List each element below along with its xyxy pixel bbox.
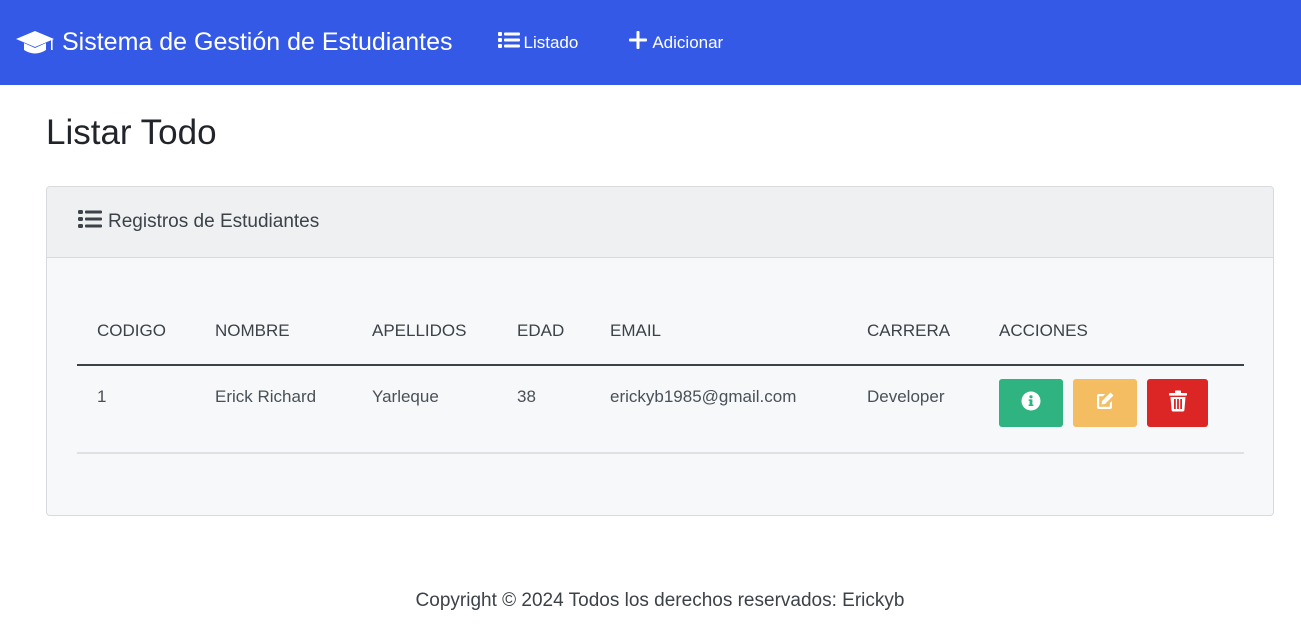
- cell-carrera: Developer: [847, 365, 979, 454]
- cell-codigo: 1: [77, 365, 195, 454]
- column-header-carrera: CARRERA: [847, 297, 979, 366]
- cell-email: erickyb1985@gmail.com: [590, 365, 847, 454]
- navbar: Sistema de Gestión de Estudiantes Listad…: [0, 0, 1301, 85]
- cell-edad: 38: [497, 365, 590, 454]
- info-button[interactable]: [999, 379, 1063, 427]
- column-header-apellidos: APELLIDOS: [352, 297, 497, 366]
- info-circle-icon: [1021, 391, 1041, 416]
- card-header-title: Registros de Estudiantes: [108, 211, 320, 232]
- edit-icon: [1094, 390, 1116, 417]
- list-icon: [497, 31, 524, 54]
- students-card: Registros de Estudiantes CODIGO NOMBRE A…: [46, 186, 1274, 516]
- nav-listado-link[interactable]: Listado: [497, 31, 579, 54]
- trash-icon: [1168, 390, 1188, 417]
- students-table: CODIGO NOMBRE APELLIDOS EDAD EMAIL CARRE…: [77, 297, 1244, 454]
- column-header-acciones: ACCIONES: [979, 297, 1244, 366]
- edit-button[interactable]: [1073, 379, 1137, 427]
- brand-title: Sistema de Gestión de Estudiantes: [62, 28, 453, 56]
- column-header-codigo: CODIGO: [77, 297, 195, 366]
- page-title: Listar Todo: [46, 113, 217, 152]
- plus-icon: [628, 30, 652, 55]
- nav-adicionar-link[interactable]: Adicionar: [628, 30, 723, 55]
- nav-adicionar-label: Adicionar: [652, 32, 724, 52]
- column-header-nombre: NOMBRE: [195, 297, 352, 366]
- card-header: Registros de Estudiantes: [47, 187, 1273, 258]
- cell-apellidos: Yarleque: [352, 365, 497, 454]
- graduation-cap-icon: [15, 28, 55, 58]
- column-header-edad: EDAD: [497, 297, 590, 366]
- table-header-row: CODIGO NOMBRE APELLIDOS EDAD EMAIL CARRE…: [77, 297, 1244, 366]
- nav-listado-label: Listado: [523, 32, 579, 52]
- delete-button[interactable]: [1147, 379, 1208, 427]
- cell-acciones: [979, 365, 1244, 454]
- list-icon: [78, 209, 108, 235]
- row-actions: [999, 379, 1244, 427]
- cell-nombre: Erick Richard: [195, 365, 352, 454]
- footer-copyright: Copyright © 2024 Todos los derechos rese…: [415, 590, 905, 611]
- column-header-email: EMAIL: [590, 297, 847, 366]
- table-row: 1 Erick Richard Yarleque 38 erickyb1985@…: [77, 365, 1244, 454]
- brand-link[interactable]: Sistema de Gestión de Estudiantes: [15, 28, 453, 58]
